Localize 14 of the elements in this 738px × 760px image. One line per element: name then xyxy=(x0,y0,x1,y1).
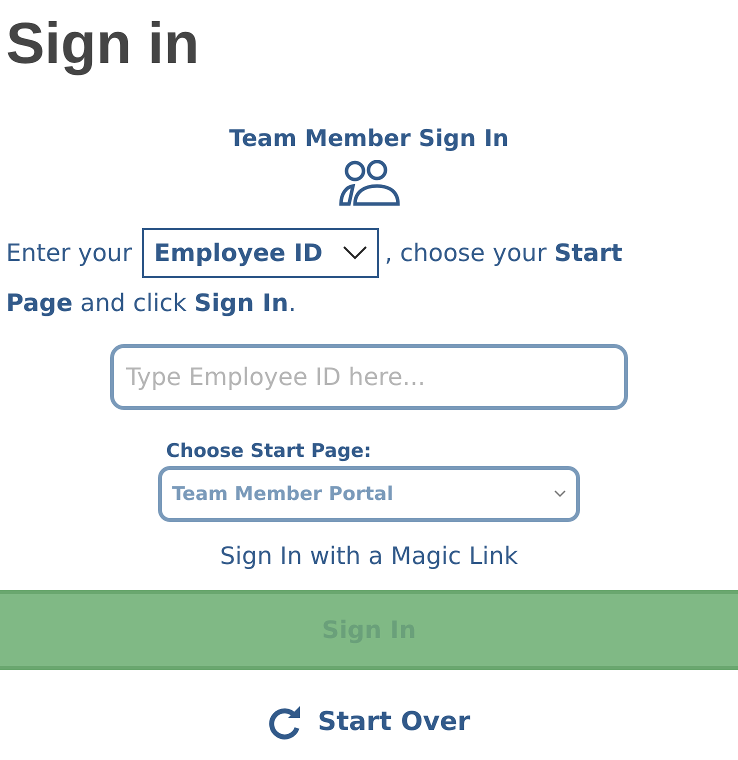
employee-id-field[interactable]: Type Employee ID here... xyxy=(110,344,628,410)
instruction-text: , choose your Start xyxy=(384,238,623,269)
section-heading: Team Member Sign In xyxy=(229,126,509,152)
start-page-label: Choose Start Page: xyxy=(166,440,372,462)
people-icon xyxy=(338,160,400,206)
page-title: Sign in xyxy=(6,10,200,78)
instruction-text: Enter your xyxy=(6,238,132,269)
chevron-icon xyxy=(554,490,566,498)
refresh-icon xyxy=(268,704,302,740)
instruction-text: Page and click Sign In. xyxy=(6,288,296,319)
start-over-button[interactable]: Start Over xyxy=(268,704,470,740)
id-type-dropdown[interactable]: Employee ID xyxy=(142,228,379,278)
magic-link[interactable]: Sign In with a Magic Link xyxy=(220,542,518,570)
chevron-icon xyxy=(342,246,367,260)
